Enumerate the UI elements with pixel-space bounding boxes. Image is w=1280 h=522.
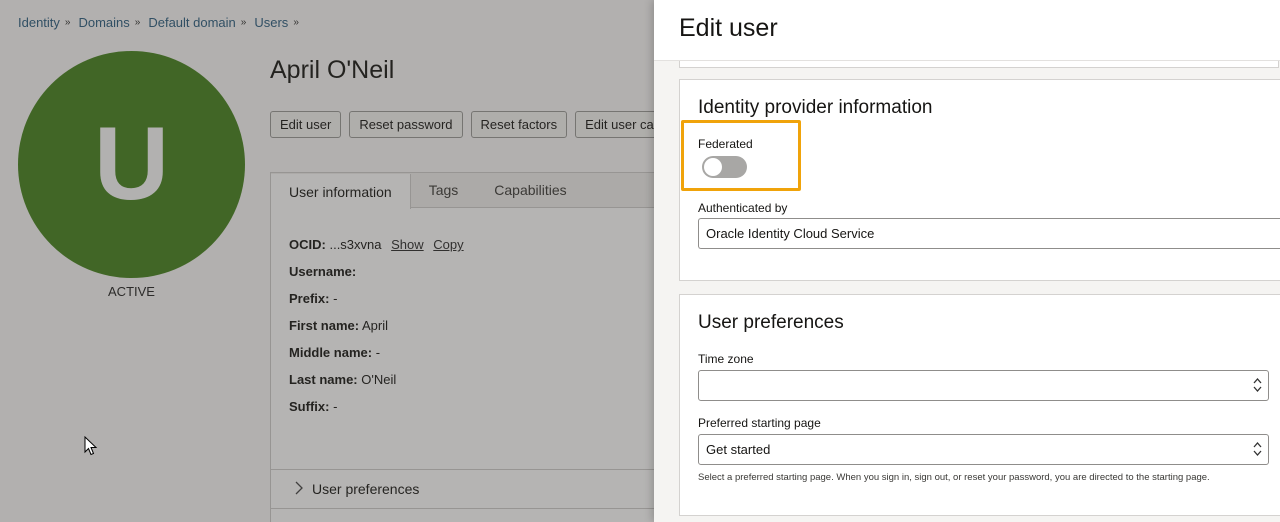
federated-highlight-box xyxy=(681,120,801,191)
federated-label: Federated xyxy=(698,137,753,151)
previous-section-edge xyxy=(679,61,1279,68)
starting-page-help-text: Select a preferred starting page. When y… xyxy=(698,472,1210,483)
authenticated-by-label: Authenticated by xyxy=(698,201,788,215)
time-zone-select[interactable] xyxy=(698,370,1269,401)
toggle-knob xyxy=(704,158,722,176)
idp-section-title: Identity provider information xyxy=(698,97,933,118)
edit-user-drawer: Edit user Identity provider information … xyxy=(654,0,1280,522)
preferred-starting-page-label: Preferred starting page xyxy=(698,416,821,430)
drawer-body[interactable]: Identity provider information Federated … xyxy=(654,60,1280,522)
authenticated-by-field[interactable]: Oracle Identity Cloud Service xyxy=(698,218,1280,249)
mouse-cursor-icon xyxy=(84,436,98,456)
user-preferences-section: User preferences Time zone Preferred sta… xyxy=(679,294,1280,516)
preferred-starting-page-value: Get started xyxy=(706,442,771,457)
preferred-starting-page-select[interactable]: Get started xyxy=(698,434,1269,465)
time-zone-label: Time zone xyxy=(698,352,754,366)
prefs-section-title: User preferences xyxy=(698,312,844,333)
federated-toggle[interactable] xyxy=(702,156,747,178)
drawer-title: Edit user xyxy=(679,14,778,42)
select-arrows-icon xyxy=(1253,441,1262,458)
modal-backdrop[interactable] xyxy=(0,0,654,522)
identity-provider-section: Identity provider information Federated … xyxy=(679,79,1280,281)
select-arrows-icon xyxy=(1253,377,1262,394)
